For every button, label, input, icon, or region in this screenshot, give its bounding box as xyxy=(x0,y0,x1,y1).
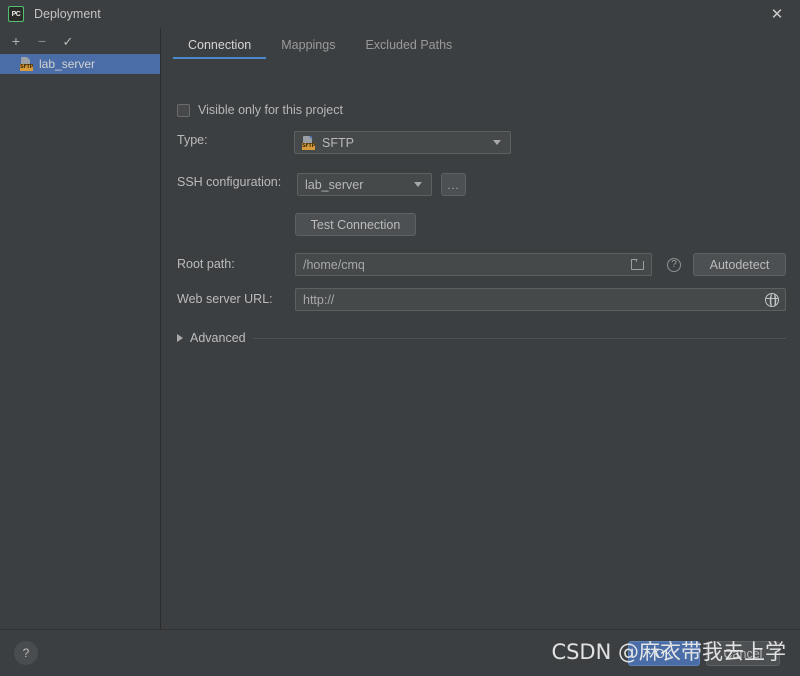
sftp-badge: SFTP xyxy=(20,64,33,71)
sftp-icon: SFTP xyxy=(20,57,34,71)
list-item[interactable]: SFTP lab_server xyxy=(0,54,160,74)
tab-mappings[interactable]: Mappings xyxy=(266,38,350,59)
visible-only-checkbox[interactable] xyxy=(177,103,190,117)
deployment-dialog: PC Deployment ✕ + − ✓ SFTP lab_server Co… xyxy=(0,0,800,676)
root-path-label-row: Root path: xyxy=(177,257,235,271)
close-icon[interactable]: ✕ xyxy=(754,0,800,28)
server-list: SFTP lab_server xyxy=(0,54,160,629)
remove-server-button[interactable]: − xyxy=(30,30,54,52)
chevron-down-icon xyxy=(414,182,422,187)
tab-connection[interactable]: Connection xyxy=(173,38,267,59)
help-button[interactable]: ? xyxy=(14,641,38,665)
server-sidebar: + − ✓ SFTP lab_server xyxy=(0,28,161,629)
type-label-row: Type: xyxy=(177,133,208,147)
chevron-right-icon xyxy=(177,334,183,342)
sidebar-toolbar: + − ✓ xyxy=(0,28,160,54)
root-path-input[interactable]: /home/cmq xyxy=(295,253,652,276)
web-server-url-label: Web server URL: xyxy=(177,292,273,306)
visible-only-label: Visible only for this project xyxy=(198,103,343,117)
globe-icon[interactable] xyxy=(765,292,779,307)
ssh-configuration-browse-button[interactable]: ... xyxy=(441,173,466,196)
sftp-badge: SFTP xyxy=(302,142,315,150)
folder-icon[interactable] xyxy=(631,259,645,271)
visible-only-checkbox-row[interactable]: Visible only for this project xyxy=(177,103,343,117)
test-connection-button[interactable]: Test Connection xyxy=(295,213,416,236)
dialog-body: + − ✓ SFTP lab_server Connection Mapping… xyxy=(0,28,800,629)
list-item-label: lab_server xyxy=(39,57,96,71)
web-server-url-input[interactable]: http:// xyxy=(295,288,786,311)
type-select[interactable]: SFTP SFTP xyxy=(294,131,511,154)
advanced-separator xyxy=(252,337,786,339)
type-select-value: SFTP xyxy=(322,135,354,150)
advanced-section-header[interactable]: Advanced xyxy=(177,331,786,345)
tab-bar: Connection Mappings Excluded Paths xyxy=(161,28,800,59)
web-server-url-label-row: Web server URL: xyxy=(177,292,273,306)
connection-form: Visible only for this project Type: SFTP… xyxy=(161,59,800,629)
ssh-configuration-value: lab_server xyxy=(305,177,364,192)
ssh-configuration-select[interactable]: lab_server xyxy=(297,173,432,196)
autodetect-button[interactable]: Autodetect xyxy=(693,253,786,276)
type-label: Type: xyxy=(177,133,208,147)
sftp-icon: SFTP xyxy=(302,135,316,150)
root-path-help-icon[interactable]: ? xyxy=(667,258,681,272)
tab-excluded-paths[interactable]: Excluded Paths xyxy=(350,38,467,59)
root-path-value: /home/cmq xyxy=(303,257,365,272)
ssh-config-label-row: SSH configuration: xyxy=(177,175,281,189)
root-path-label: Root path: xyxy=(177,257,235,271)
title-bar: PC Deployment ✕ xyxy=(0,0,800,28)
add-server-button[interactable]: + xyxy=(4,30,28,52)
set-default-button[interactable]: ✓ xyxy=(56,30,80,52)
window-title: Deployment xyxy=(34,7,101,21)
advanced-label: Advanced xyxy=(190,331,246,345)
ssh-configuration-label: SSH configuration: xyxy=(177,175,282,189)
chevron-down-icon xyxy=(493,140,501,145)
web-server-url-value: http:// xyxy=(303,292,335,307)
connection-panel: Connection Mappings Excluded Paths Visib… xyxy=(161,28,800,629)
cancel-button[interactable]: Cancel xyxy=(706,641,780,666)
pycharm-icon: PC xyxy=(8,6,24,22)
ok-button[interactable]: OK xyxy=(628,641,700,666)
dialog-footer: ? OK Cancel CSDN @麻衣带我去上学 xyxy=(0,629,800,676)
